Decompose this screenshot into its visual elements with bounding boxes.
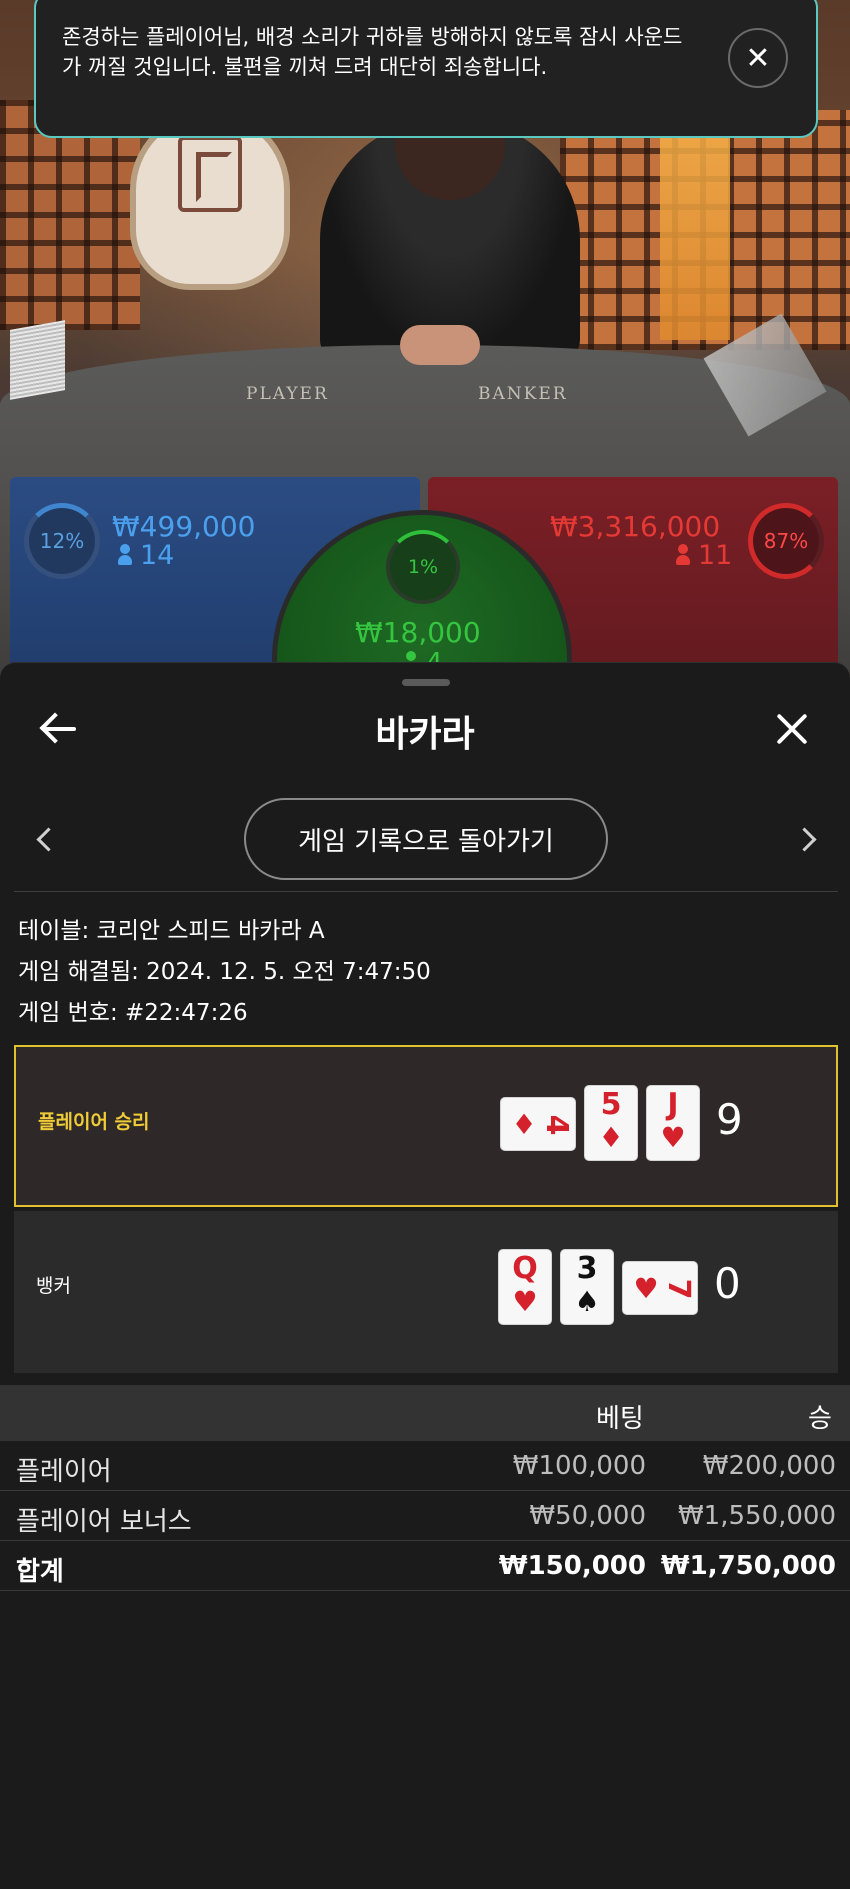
banker-percent-ring: 87% [748,503,824,579]
table-name: 테이블: 코리안 스피드 바카라 A [18,918,325,944]
player-percent-ring: 12% [24,503,100,579]
close-button[interactable] [768,705,816,753]
tie-percent: 1% [407,556,439,578]
notification-close-button[interactable]: ✕ [728,28,788,88]
banker-card-3: ♥ 7 [622,1261,698,1315]
banker-total-amount: ₩3,316,000 [550,510,721,543]
bet-table-row: 플레이어 보너스 ₩50,000 ₩1,550,000 [0,1491,850,1541]
dealer-hands [400,325,480,365]
divider [14,891,838,892]
banker-result-label: 뱅커 [36,1275,71,1297]
lamp [660,110,730,340]
tie-percent-ring: 1% [386,530,460,604]
player-card-2: 5 ♦ [584,1085,638,1161]
player-card-1: ♦ 4 [500,1097,576,1151]
bet-table-header: 베팅 승 [0,1385,850,1441]
player-card-3: J ♥ [646,1085,700,1161]
game-number: 게임 번호: #22:47:26 [18,1000,248,1026]
felt-player-label: PLAYER [246,384,329,404]
player-bettor-count: 14 [118,540,174,571]
sheet-drag-handle[interactable] [402,679,450,686]
banker-score: 0 [714,1259,741,1308]
person-icon [118,544,132,566]
banker-percent: 87% [763,529,809,553]
previous-game-button[interactable] [30,823,60,853]
player-result-row: 플레이어 승리 ♦ 4 5 ♦ J ♥ 9 [14,1045,838,1207]
tie-total-amount: ₩18,000 [355,616,481,649]
player-total-amount: ₩499,000 [112,510,256,543]
bet-table-total-row: 합계 ₩150,000 ₩1,750,000 [0,1541,850,1591]
banker-bettor-count: 11 [676,540,732,571]
back-to-history-button[interactable]: 게임 기록으로 돌아가기 [244,798,608,880]
bet-table-row: 플레이어 ₩100,000 ₩200,000 [0,1441,850,1491]
person-icon [676,544,690,566]
win-column-header: 승 [808,1404,832,1434]
banker-card-2: 3 ♠ [560,1249,614,1325]
game-history-sheet: 바카라 게임 기록으로 돌아가기 테이블: 코리안 스피드 바카라 A 게임 해… [0,662,850,1889]
game-resolved-time: 게임 해결됨: 2024. 12. 5. 오전 7:47:50 [18,959,431,985]
player-score: 9 [716,1095,743,1144]
player-result-label: 플레이어 승리 [38,1111,150,1133]
banker-card-1: Q ♥ [498,1249,552,1325]
sound-notification-banner: 존경하는 플레이어님, 배경 소리가 귀하를 방해하지 않도록 잠시 사운드가 … [34,0,818,138]
bet-column-header: 베팅 [596,1404,644,1434]
card-deck [10,320,65,400]
close-icon: ✕ [745,40,771,76]
notification-message: 존경하는 플레이어님, 배경 소리가 귀하를 방해하지 않도록 잠시 사운드가 … [62,25,683,79]
player-percent: 12% [39,529,85,553]
sheet-title: 바카라 [375,714,475,755]
felt-banker-label: BANKER [478,384,568,404]
banker-result-row: 뱅커 Q ♥ 3 ♠ ♥ 7 0 [14,1211,838,1373]
next-game-button[interactable] [792,823,822,853]
